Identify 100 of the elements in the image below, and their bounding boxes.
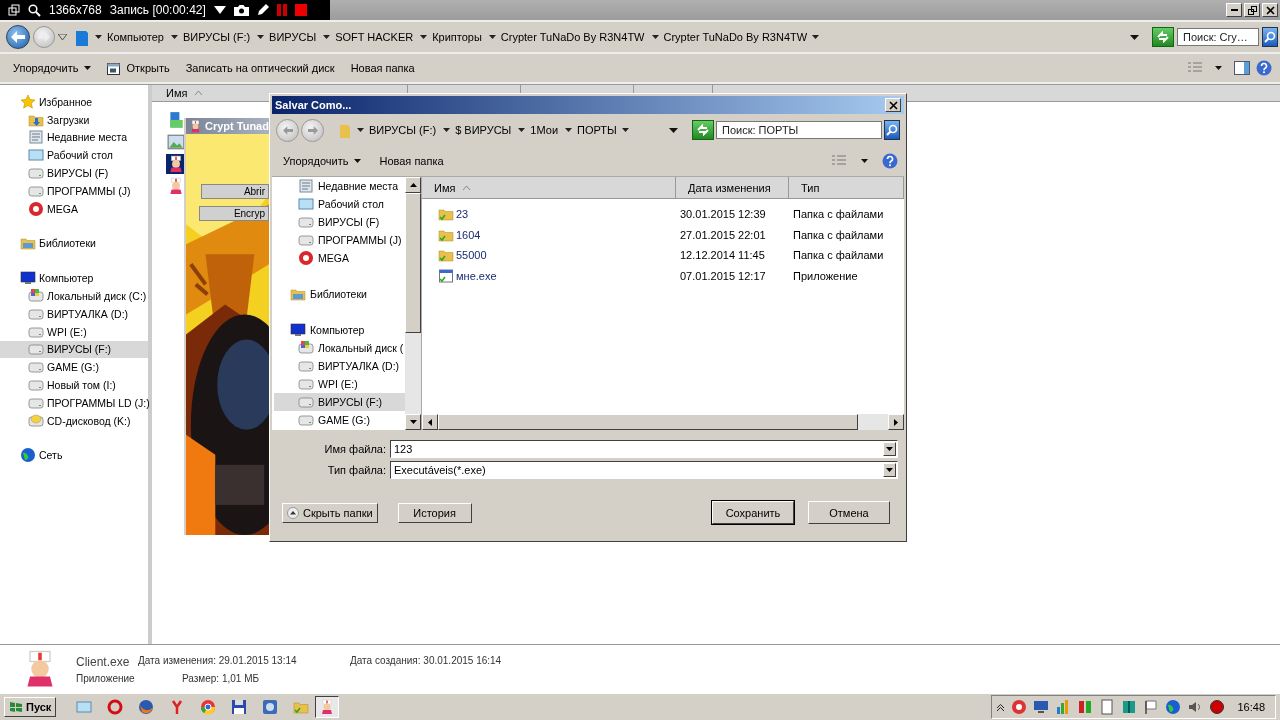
open-button[interactable]: Открыть: [102, 59, 175, 77]
scroll-up-icon[interactable]: [409, 183, 417, 187]
browser-icon[interactable]: [200, 699, 217, 715]
sidebar-item[interactable]: Библиотеки: [0, 234, 148, 253]
file-name-field[interactable]: 123: [390, 440, 898, 458]
flag-icon[interactable]: [1143, 699, 1160, 715]
nav-item[interactable]: ПРОГРАММЫ (J): [274, 231, 405, 249]
sidebar-item[interactable]: Загрузки: [0, 110, 148, 129]
file-item[interactable]: [166, 154, 186, 174]
search-field[interactable]: Поиск: Cry…: [1177, 28, 1259, 46]
breadcrumb[interactable]: Компьютер: [107, 31, 164, 43]
organize-menu[interactable]: Упорядочить: [278, 153, 367, 169]
clock[interactable]: 16:48: [1231, 701, 1271, 713]
sidebar-item[interactable]: WPI (E:): [0, 322, 148, 341]
taskbar-button[interactable]: [315, 696, 340, 718]
sidebar-item[interactable]: ВИРУСЫ (F:): [0, 340, 148, 359]
address-bar[interactable]: Компьютер ВИРУСЫ (F:) ВИРУСЫ SOFT HACKER Крипторы Crypter TuNaDo By R3N4TW Crypter TuNaDo By R3N4TW: [72, 26, 1143, 48]
scroll-left-icon[interactable]: [428, 418, 432, 426]
breadcrumb[interactable]: ПОРТЫ: [577, 124, 617, 136]
pause-icon[interactable]: [276, 4, 287, 16]
chevron-icon[interactable]: [357, 128, 364, 132]
sidebar-item[interactable]: Локальный диск (C:): [0, 287, 148, 305]
globe-icon[interactable]: [138, 699, 155, 715]
breadcrumb[interactable]: Crypter TuNaDo By R3N4TW: [663, 31, 808, 43]
toolbar-button[interactable]: Новая папка: [345, 60, 420, 76]
chevron-icon[interactable]: [621, 128, 629, 132]
chevron-icon[interactable]: [95, 35, 102, 39]
nav-item[interactable]: ВИРТУАЛКА (D:): [274, 357, 405, 375]
breadcrumb[interactable]: ВИРУСЫ (F:): [369, 124, 437, 136]
expand-icon[interactable]: [996, 702, 1006, 712]
hide-folders-button[interactable]: Скрыть папки: [282, 502, 378, 523]
search-field[interactable]: Поиск: ПОРТЫ: [716, 121, 882, 139]
dropdown-button[interactable]: [883, 463, 896, 477]
sidebar-item[interactable]: Рабочий стол: [0, 146, 148, 165]
nav-item[interactable]: ВИРУСЫ (F): [274, 213, 405, 231]
back-button[interactable]: [6, 25, 30, 49]
sidebar-item[interactable]: ПРОГРАММЫ LD (J:): [0, 393, 148, 412]
chevron-icon[interactable]: [812, 35, 820, 39]
nav-item[interactable]: WPI (E:): [274, 375, 405, 393]
open-button[interactable]: Abrir: [201, 184, 269, 199]
breadcrumb[interactable]: Crypter TuNaDo By R3N4TW: [500, 31, 645, 43]
dropdown-button[interactable]: [883, 442, 896, 456]
search-button[interactable]: [1262, 27, 1278, 47]
help-icon[interactable]: [1256, 60, 1272, 76]
breadcrumb[interactable]: SOFT HACKER: [335, 31, 414, 43]
app-icon[interactable]: [262, 699, 279, 715]
file-name[interactable]: 55000: [456, 249, 487, 262]
badge-icon[interactable]: [1011, 699, 1028, 715]
minimize-button[interactable]: [1226, 3, 1242, 17]
chevron-icon[interactable]: [565, 128, 573, 132]
refresh-button[interactable]: [692, 120, 714, 140]
column-header[interactable]: Имя: [422, 177, 676, 199]
restore-button[interactable]: [1244, 3, 1260, 17]
new-folder-button[interactable]: Новая папка: [374, 153, 449, 169]
breadcrumb[interactable]: $ ВИРУСЫ: [455, 124, 512, 136]
nav-item[interactable]: Рабочий стол: [274, 195, 405, 213]
nav-item[interactable]: Компьютер: [274, 321, 405, 339]
pencil-icon[interactable]: [256, 4, 269, 16]
caret-icon[interactable]: [213, 6, 226, 14]
sidebar-item[interactable]: Сеть: [0, 446, 148, 465]
breadcrumb[interactable]: Крипторы: [432, 31, 482, 43]
sidebar-item[interactable]: MEGA: [0, 199, 148, 218]
record-icon[interactable]: [1209, 699, 1226, 715]
sidebar-item[interactable]: CD-дисковод (K:): [0, 411, 148, 430]
close-button[interactable]: [1262, 3, 1278, 17]
breadcrumb[interactable]: ВИРУСЫ (F:): [182, 31, 251, 43]
sidebar-item[interactable]: Новый том (I:): [0, 376, 148, 394]
sidebar-item[interactable]: ВИРУСЫ (F): [0, 164, 148, 182]
nav-item[interactable]: Недавние места: [274, 177, 405, 195]
save-button[interactable]: Сохранить: [712, 501, 794, 524]
bars-icon[interactable]: [1077, 699, 1094, 715]
search-button[interactable]: [884, 120, 900, 140]
sidebar-item[interactable]: ВИРТУАЛКА (D:): [0, 304, 148, 323]
scroll-down-icon[interactable]: [409, 420, 417, 424]
toolbar-button[interactable]: Записать на оптический диск: [180, 60, 340, 76]
ring-icon[interactable]: [107, 699, 124, 715]
history-button[interactable]: История: [397, 502, 472, 523]
file-name[interactable]: мне.exe: [456, 269, 497, 282]
sidebar-item[interactable]: ПРОГРАММЫ (J): [0, 182, 148, 200]
sidebar-item[interactable]: Компьютер: [0, 269, 148, 288]
stop-icon[interactable]: [294, 4, 307, 16]
document-icon[interactable]: [1099, 699, 1116, 715]
breadcrumb[interactable]: ВИРУСЫ: [269, 31, 317, 43]
history-caret-icon[interactable]: [58, 34, 67, 40]
network-icon[interactable]: [1165, 699, 1182, 715]
caret-icon[interactable]: [861, 159, 868, 163]
zoom-icon[interactable]: [28, 3, 41, 17]
preview-pane-icon[interactable]: [1234, 61, 1250, 75]
windows-icon[interactable]: [8, 4, 20, 16]
encrypt-button[interactable]: Encryp: [199, 206, 269, 221]
help-icon[interactable]: [882, 153, 898, 169]
dropdown-arrow-icon[interactable]: [1130, 34, 1139, 40]
vertical-scrollbar[interactable]: [405, 177, 422, 430]
nav-item[interactable]: GAME (G:): [274, 411, 405, 429]
chevron-icon[interactable]: [651, 35, 659, 39]
file-name[interactable]: 1604: [456, 228, 481, 241]
organize-menu[interactable]: Упорядочить: [8, 60, 97, 76]
monitor-icon[interactable]: [1033, 699, 1050, 715]
start-button[interactable]: Пуск: [4, 697, 57, 717]
nav-item[interactable]: Библиотеки: [274, 285, 405, 303]
